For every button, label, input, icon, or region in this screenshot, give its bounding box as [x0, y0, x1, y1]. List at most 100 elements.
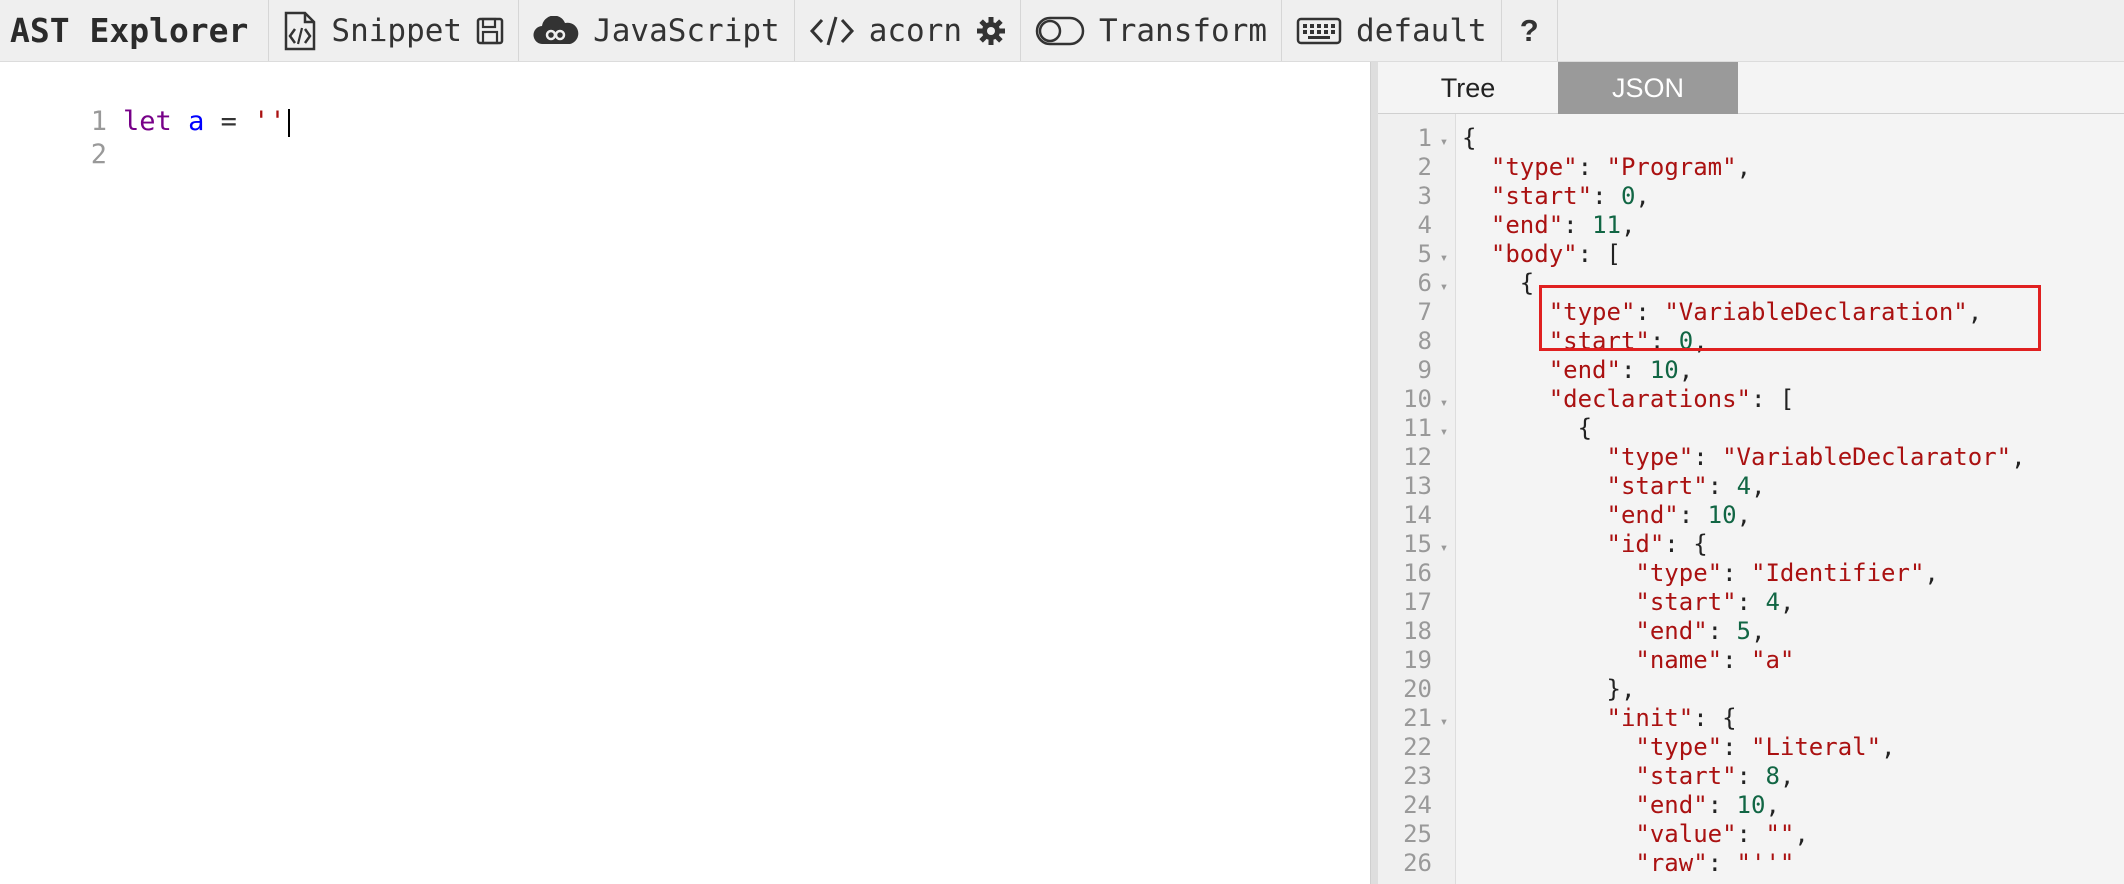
json-line[interactable]: 6 ▾ {: [1378, 269, 2124, 298]
json-code: "id": {: [1456, 530, 1708, 558]
json-line[interactable]: 24 "end": 10,: [1378, 791, 2124, 820]
json-line[interactable]: 9 "end": 10,: [1378, 356, 2124, 385]
json-string: "VariableDeclarator": [1722, 443, 2012, 471]
json-line[interactable]: 18 "end": 5,: [1378, 617, 2124, 646]
operator-token: =: [220, 106, 237, 137]
json-line[interactable]: 26 "raw": "''": [1378, 849, 2124, 878]
json-colon: :: [1736, 588, 1766, 616]
code-editor[interactable]: 1 let a = '' 2: [0, 62, 1370, 884]
json-code: "type": "VariableDeclarator",: [1456, 443, 2026, 471]
line-number: 15: [1403, 530, 1432, 558]
pane-splitter[interactable]: [1370, 62, 1378, 884]
line-number: 24: [1403, 791, 1432, 819]
json-line[interactable]: 3 "start": 0,: [1378, 182, 2124, 211]
json-code: {: [1456, 269, 1534, 297]
json-line[interactable]: 20 },: [1378, 675, 2124, 704]
json-punctuation: ,: [1635, 182, 1650, 210]
save-icon[interactable]: [476, 17, 504, 45]
json-code: "value": "",: [1456, 820, 1809, 848]
json-line[interactable]: 13 "start": 4,: [1378, 472, 2124, 501]
json-key: "start": [1635, 762, 1737, 790]
json-punctuation: {: [1462, 124, 1477, 152]
json-code: "declarations": [: [1456, 385, 1795, 413]
editor-line[interactable]: 1 let a = '': [0, 72, 290, 137]
json-code: "start": 0,: [1456, 327, 1708, 355]
json-punctuation: ,: [1736, 501, 1752, 529]
json-punctuation: ,: [1765, 791, 1780, 819]
line-number: 26: [1403, 849, 1432, 877]
json-number: 10: [1649, 356, 1679, 384]
json-colon: :: [1736, 820, 1766, 848]
json-colon: :: [1678, 501, 1708, 529]
tab-json[interactable]: JSON: [1558, 62, 1738, 114]
language-label: JavaScript: [593, 12, 780, 49]
json-line[interactable]: 19 "name": "a": [1378, 646, 2124, 675]
json-colon: :: [1577, 240, 1607, 268]
line-number: 22: [1403, 733, 1432, 761]
transform-toggle[interactable]: Transform: [1021, 0, 1283, 61]
json-colon: :: [1563, 211, 1593, 239]
json-key: "start": [1606, 472, 1708, 500]
help-button[interactable]: ?: [1502, 0, 1558, 61]
keymap-selector[interactable]: default: [1282, 0, 1502, 61]
line-number: 13: [1403, 472, 1432, 500]
json-code: "name": "a": [1456, 646, 1794, 674]
help-label: ?: [1519, 12, 1539, 48]
json-key: "end": [1635, 617, 1708, 645]
json-line[interactable]: 8 "start": 0,: [1378, 327, 2124, 356]
json-line[interactable]: 14 "end": 10,: [1378, 501, 2124, 530]
json-line[interactable]: 10 ▾ "declarations": [: [1378, 385, 2124, 414]
parser-selector[interactable]: acorn: [795, 0, 1022, 61]
json-line[interactable]: 22 "type": "Literal",: [1378, 733, 2124, 762]
json-line[interactable]: 5 ▾ "body": [: [1378, 240, 2124, 269]
json-line[interactable]: 7 "type": "VariableDeclaration",: [1378, 298, 2124, 327]
json-number: 10: [1736, 791, 1766, 819]
tab-tree[interactable]: Tree: [1378, 62, 1558, 114]
json-line[interactable]: 21 ▾ "init": {: [1378, 704, 2124, 733]
json-punctuation: {: [1693, 530, 1708, 558]
json-line[interactable]: 16 "type": "Identifier",: [1378, 559, 2124, 588]
json-string: "VariableDeclaration": [1664, 298, 1968, 326]
toggle-icon: [1035, 16, 1085, 46]
json-key: "type": [1606, 443, 1694, 471]
json-line[interactable]: 2 "type": "Program",: [1378, 153, 2124, 182]
json-punctuation: },: [1606, 675, 1636, 703]
json-line[interactable]: 11 ▾ {: [1378, 414, 2124, 443]
json-code: {: [1456, 124, 1476, 152]
json-colon: :: [1707, 472, 1737, 500]
json-line[interactable]: 4 "end": 11,: [1378, 211, 2124, 240]
json-punctuation: {: [1722, 704, 1737, 732]
json-punctuation: ,: [1678, 356, 1694, 384]
json-punctuation: {: [1577, 414, 1593, 442]
json-string: "Program": [1606, 153, 1737, 181]
snippet-menu[interactable]: Snippet: [269, 0, 520, 61]
json-colon: :: [1693, 443, 1723, 471]
json-line[interactable]: 1 ▾{: [1378, 124, 2124, 153]
json-string: "''": [1736, 849, 1795, 877]
json-line[interactable]: 25 "value": "",: [1378, 820, 2124, 849]
text-cursor: [287, 108, 290, 137]
json-punctuation: ,: [1794, 820, 1809, 848]
json-colon: :: [1722, 733, 1751, 761]
json-colon: :: [1707, 617, 1737, 645]
json-view[interactable]: 1 ▾{2 "type": "Program", 3 "start": 0, 4 "e…: [1378, 114, 2124, 884]
line-number: 10: [1403, 385, 1432, 413]
json-line[interactable]: 17 "start": 4,: [1378, 588, 2124, 617]
json-code: },: [1456, 675, 1636, 703]
json-key: "end": [1490, 211, 1564, 239]
json-code: "raw": "''": [1456, 849, 1794, 877]
line-number: 5: [1417, 240, 1432, 268]
json-line[interactable]: 12 "type": "VariableDeclarator",: [1378, 443, 2124, 472]
json-line[interactable]: 15 ▾ "id": {: [1378, 530, 2124, 559]
editor-line[interactable]: 2: [0, 105, 107, 170]
gear-icon[interactable]: [976, 16, 1006, 46]
variable-token: a: [188, 106, 205, 137]
line-number: 25: [1403, 820, 1432, 848]
json-code: {: [1456, 414, 1592, 442]
json-number: 11: [1592, 211, 1621, 239]
json-key: "name": [1635, 646, 1723, 674]
json-line[interactable]: 23 "start": 8,: [1378, 762, 2124, 791]
output-panel: Tree JSON 1 ▾{2 "type": "Program", 3 "star…: [1378, 62, 2124, 884]
json-code: "end": 5,: [1456, 617, 1765, 645]
language-selector[interactable]: JavaScript: [519, 0, 795, 61]
